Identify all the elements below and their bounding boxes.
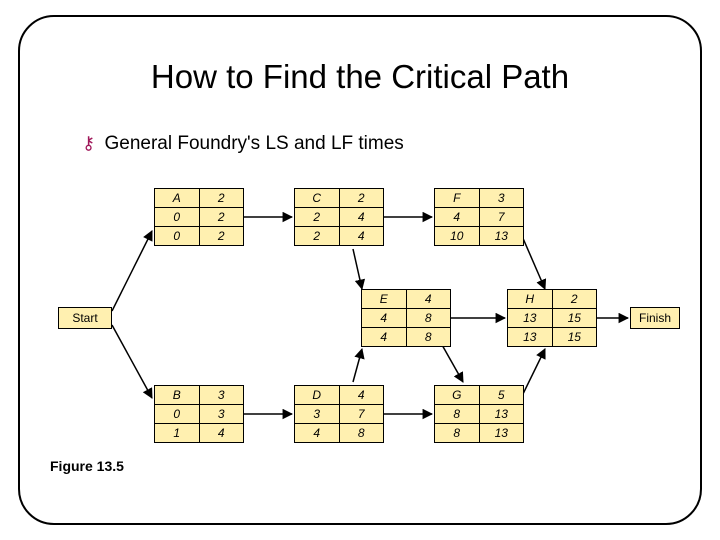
activity-es: 4 [362, 309, 407, 328]
activity-ls: 4 [362, 328, 407, 347]
activity-box-F: F3 47 1013 [434, 188, 524, 246]
activity-name: E [362, 290, 407, 309]
activity-es: 8 [435, 405, 480, 424]
activity-ef: 7 [339, 405, 384, 424]
activity-es: 3 [295, 405, 340, 424]
activity-dur: 2 [552, 290, 597, 309]
activity-lf: 13 [479, 227, 524, 246]
page-title: How to Find the Critical Path [0, 58, 720, 96]
finish-node: Finish [630, 307, 680, 329]
activity-name: A [155, 189, 200, 208]
activity-es: 13 [508, 309, 553, 328]
activity-box-H: H2 1315 1315 [507, 289, 597, 347]
activity-ls: 13 [508, 328, 553, 347]
activity-lf: 15 [552, 328, 597, 347]
activity-ef: 13 [479, 405, 524, 424]
activity-box-C: C2 24 24 [294, 188, 384, 246]
activity-lf: 13 [479, 424, 524, 443]
activity-es: 4 [435, 208, 480, 227]
activity-dur: 3 [199, 386, 244, 405]
activity-ls: 8 [435, 424, 480, 443]
activity-lf: 8 [406, 328, 451, 347]
activity-dur: 3 [479, 189, 524, 208]
activity-dur: 4 [406, 290, 451, 309]
activity-lf: 8 [339, 424, 384, 443]
start-node: Start [58, 307, 112, 329]
activity-ef: 4 [339, 208, 384, 227]
activity-name: G [435, 386, 480, 405]
subtitle-line: ⚷ General Foundry's LS and LF times [82, 133, 404, 155]
activity-lf: 2 [199, 227, 244, 246]
activity-es: 0 [155, 405, 200, 424]
activity-ls: 4 [295, 424, 340, 443]
activity-dur: 4 [339, 386, 384, 405]
activity-ls: 0 [155, 227, 200, 246]
activity-box-A: A2 02 02 [154, 188, 244, 246]
activity-ef: 15 [552, 309, 597, 328]
activity-dur: 2 [339, 189, 384, 208]
activity-ef: 8 [406, 309, 451, 328]
activity-box-B: B3 03 14 [154, 385, 244, 443]
activity-lf: 4 [199, 424, 244, 443]
activity-box-D: D4 37 48 [294, 385, 384, 443]
activity-ef: 3 [199, 405, 244, 424]
activity-name: C [295, 189, 340, 208]
activity-name: F [435, 189, 480, 208]
activity-name: H [508, 290, 553, 309]
activity-ls: 2 [295, 227, 340, 246]
activity-box-G: G5 813 813 [434, 385, 524, 443]
activity-dur: 5 [479, 386, 524, 405]
activity-lf: 4 [339, 227, 384, 246]
activity-ef: 2 [199, 208, 244, 227]
activity-ls: 10 [435, 227, 480, 246]
activity-name: D [295, 386, 340, 405]
activity-es: 0 [155, 208, 200, 227]
activity-es: 2 [295, 208, 340, 227]
activity-ef: 7 [479, 208, 524, 227]
activity-ls: 1 [155, 424, 200, 443]
slide-frame: How to Find the Critical Path ⚷ General … [0, 0, 720, 540]
figure-caption: Figure 13.5 [50, 458, 124, 474]
subtitle-text: General Foundry's LS and LF times [104, 133, 403, 154]
activity-box-E: E4 48 48 [361, 289, 451, 347]
bullet-icon: ⚷ [82, 133, 95, 153]
activity-name: B [155, 386, 200, 405]
activity-dur: 2 [199, 189, 244, 208]
